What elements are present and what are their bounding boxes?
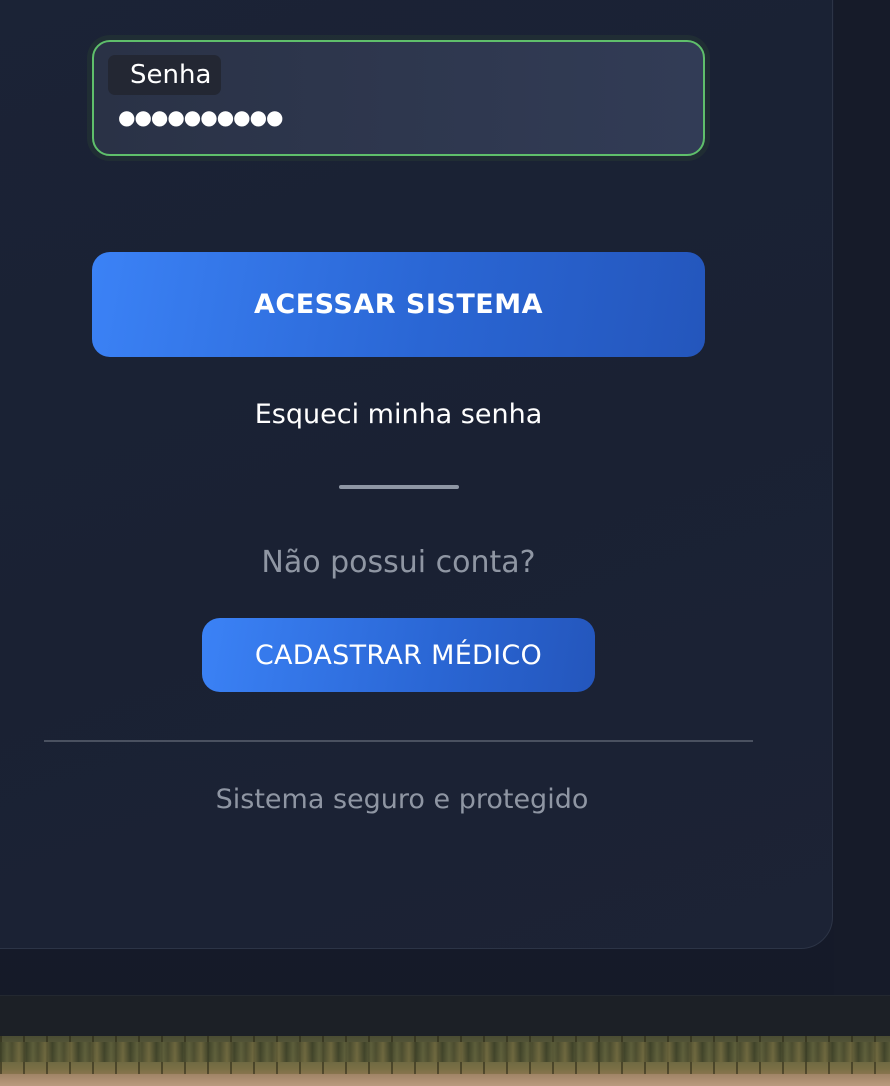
vineyard-rows xyxy=(0,1042,890,1062)
security-note: Sistema seguro e protegido xyxy=(215,784,589,815)
footer-band xyxy=(0,995,890,1037)
short-divider xyxy=(339,485,459,489)
password-field-value[interactable]: ●●●●●●●●●● xyxy=(118,100,284,134)
password-field-label: Senha xyxy=(108,55,222,95)
password-field[interactable]: Senha ●●●●●●●●●● xyxy=(92,40,705,156)
no-account-text: Não possui conta? xyxy=(261,545,536,580)
page: Senha ●●●●●●●●●● ACESSAR SISTEMA Esqueci… xyxy=(0,0,890,1086)
footer-divider xyxy=(44,740,753,742)
register-doctor-button[interactable]: CADASTRAR MÉDICO xyxy=(202,618,595,692)
ground xyxy=(0,1074,890,1086)
forgot-password-link[interactable]: Esqueci minha senha xyxy=(92,394,705,436)
background-landscape-image xyxy=(0,1036,890,1086)
access-system-button[interactable]: ACESSAR SISTEMA xyxy=(92,252,705,357)
background-strip xyxy=(834,0,890,995)
